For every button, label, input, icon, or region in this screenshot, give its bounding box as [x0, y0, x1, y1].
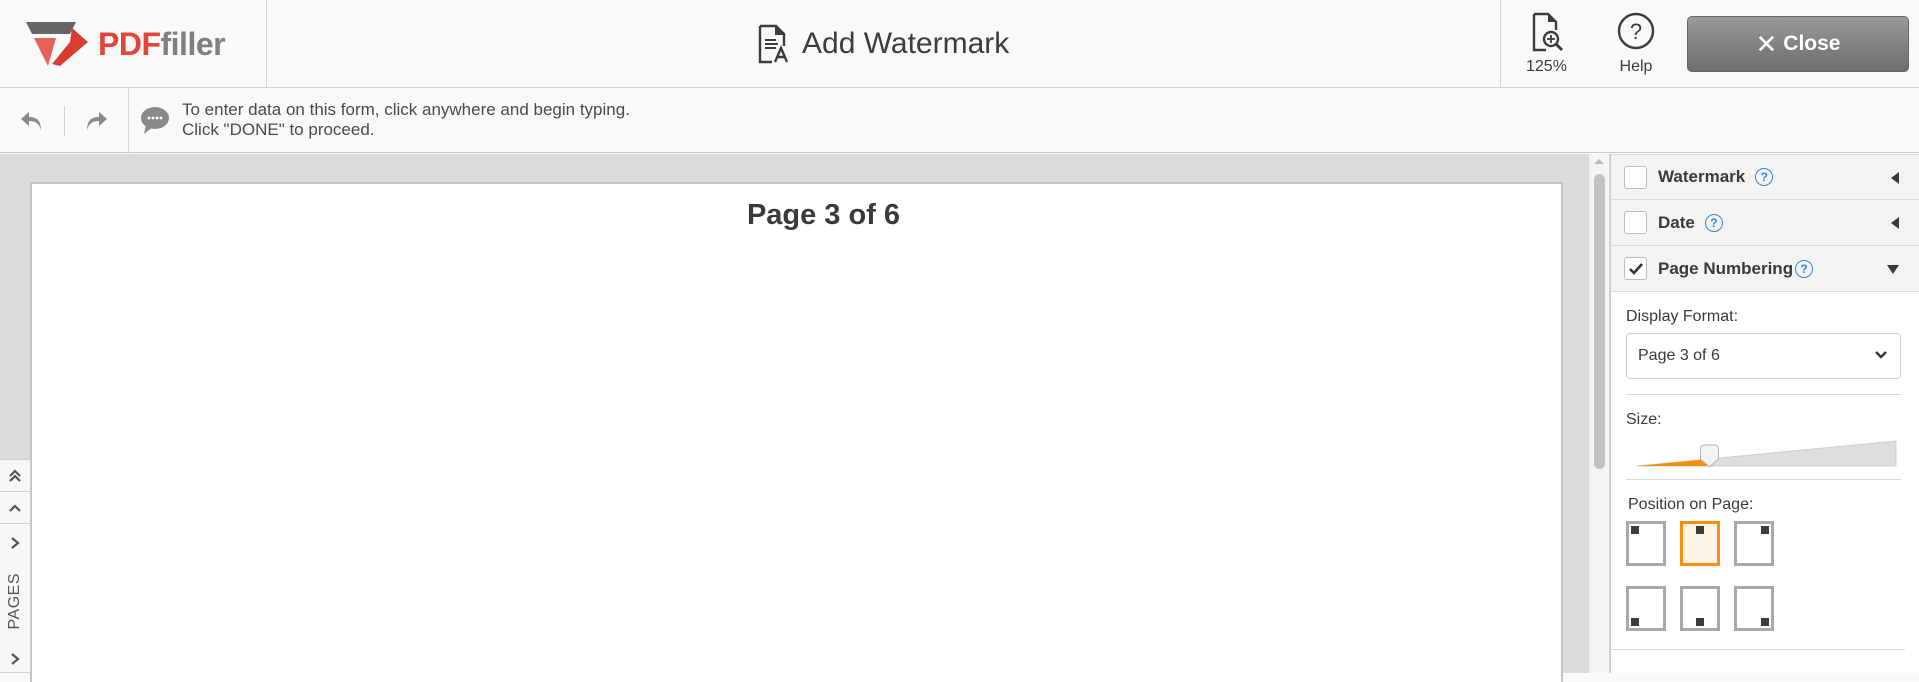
close-icon: ✕ [1755, 28, 1778, 59]
pages-panel-toggle[interactable]: PAGES [0, 526, 30, 674]
section-label: Date [1658, 212, 1695, 232]
vertical-scrollbar[interactable] [1588, 154, 1610, 673]
chevron-down-icon [1875, 351, 1887, 359]
chevron-up-icon [9, 503, 21, 512]
undo-button[interactable] [0, 110, 64, 132]
pages-side-tab: PAGES [0, 459, 31, 673]
expand-arrow-down-icon[interactable] [1887, 263, 1899, 274]
collapse-arrow-left-icon[interactable] [1891, 172, 1899, 184]
position-marker-icon [1761, 526, 1769, 534]
help-icon[interactable]: ? [1755, 168, 1774, 186]
position-marker-icon [1696, 526, 1704, 534]
section-watermark[interactable]: Watermark ? [1611, 154, 1919, 200]
divider [1626, 479, 1901, 480]
undo-icon [20, 111, 41, 130]
undo-redo-group [0, 88, 129, 153]
pdffiller-logo-icon [26, 22, 88, 66]
hint-line-2: Click "DONE" to proceed. [182, 120, 375, 139]
position-top-center[interactable] [1680, 521, 1720, 566]
logo-text: PDFfiller [98, 25, 226, 62]
chevron-right-icon [11, 537, 20, 549]
position-top-left[interactable] [1626, 521, 1666, 566]
redo-button[interactable] [65, 110, 129, 132]
position-bottom-left[interactable] [1626, 586, 1666, 631]
position-grid [1626, 521, 1906, 631]
position-marker-icon [1631, 618, 1639, 626]
size-slider-graphic[interactable] [1626, 437, 1901, 469]
collapse-arrow-left-icon[interactable] [1891, 217, 1899, 229]
close-button[interactable]: ✕ Close [1687, 16, 1909, 72]
page-numbering-checkbox[interactable] [1624, 257, 1647, 280]
position-label: Position on Page: [1628, 496, 1754, 513]
svg-text:?: ? [1630, 19, 1642, 44]
divider [1611, 649, 1905, 650]
document-page[interactable]: Page 3 of 6 [30, 182, 1563, 682]
pages-label: PAGES [6, 572, 23, 630]
help-button[interactable]: ? Help [1616, 12, 1656, 76]
redo-icon [87, 111, 108, 130]
position-marker-icon [1761, 618, 1769, 626]
help-circle-icon: ? [1617, 12, 1655, 50]
zoom-button[interactable]: 125% [1526, 12, 1567, 76]
close-label: Close [1783, 32, 1841, 55]
scroll-up-arrow-icon[interactable] [1594, 159, 1604, 164]
logo[interactable]: PDFfiller [0, 0, 267, 88]
help-icon[interactable]: ? [1795, 259, 1814, 278]
page-title: Add Watermark [756, 24, 1009, 64]
top-bar: PDFfiller Add Watermark 125% ? Help ✕ Cl… [0, 0, 1919, 88]
section-label: Page Numbering [1658, 258, 1794, 278]
display-format-value: Page 3 of 6 [1638, 347, 1720, 364]
edit-toolbar: To enter data on this form, click anywhe… [0, 88, 1919, 153]
date-checkbox[interactable] [1624, 211, 1647, 234]
previous-page-button[interactable] [0, 492, 30, 524]
document-viewport[interactable]: Page 3 of 6 [0, 154, 1590, 682]
display-format-label: Display Format: [1626, 308, 1739, 325]
zoom-level: 125% [1526, 58, 1567, 75]
page-numbering-settings: Display Format: Page 3 of 6 Size: Positi… [1611, 308, 1919, 650]
size-slider[interactable] [1626, 437, 1901, 469]
hint-line-1: To enter data on this form, click anywhe… [182, 100, 630, 119]
position-marker-icon [1696, 618, 1704, 626]
chevron-right-icon [11, 653, 20, 665]
position-top-right[interactable] [1734, 521, 1774, 566]
position-bottom-center[interactable] [1680, 586, 1720, 631]
position-bottom-right[interactable] [1734, 586, 1774, 631]
title-text: Add Watermark [802, 27, 1010, 60]
section-page-numbering[interactable]: Page Numbering ? [1611, 246, 1919, 292]
watermark-checkbox[interactable] [1624, 165, 1647, 189]
settings-panel: Watermark ? Date ? Page Numbering ? Disp… [1610, 154, 1919, 673]
display-format-select[interactable]: Page 3 of 6 [1626, 333, 1901, 379]
page-number-stamp[interactable]: Page 3 of 6 [32, 199, 1561, 232]
checkmark-icon [1628, 262, 1643, 275]
header-tools: 125% ? Help ✕ Close [1500, 0, 1919, 88]
document-text-icon [758, 24, 789, 64]
divider [1626, 394, 1901, 395]
instruction-hint: To enter data on this form, click anywhe… [140, 100, 630, 140]
help-label: Help [1619, 58, 1653, 75]
help-icon[interactable]: ? [1704, 213, 1723, 232]
position-marker-icon [1631, 526, 1639, 534]
zoom-document-icon [1533, 12, 1564, 52]
section-label: Watermark [1658, 167, 1746, 186]
size-label: Size: [1626, 411, 1662, 428]
hint-text: To enter data on this form, click anywhe… [182, 100, 630, 140]
double-chevron-up-icon [9, 468, 21, 482]
slider-track[interactable] [1636, 440, 1897, 467]
section-date[interactable]: Date ? [1611, 200, 1919, 246]
first-page-button[interactable] [0, 460, 30, 492]
chat-bubble-icon [141, 107, 169, 134]
scrollbar-thumb[interactable] [1594, 174, 1605, 469]
